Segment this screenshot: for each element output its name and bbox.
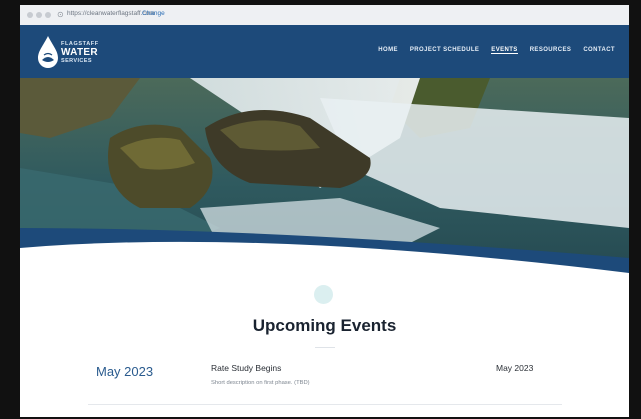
hero-image [20,78,629,288]
nav-project-schedule[interactable]: PROJECT SCHEDULE [410,47,479,54]
event-date: May 2023 [96,364,154,379]
nav-events[interactable]: EVENTS [491,47,518,54]
event-divider [88,404,562,405]
window-close-button[interactable] [27,12,33,18]
logo-text-services: SERVICES [61,58,92,64]
window-maximize-button[interactable] [45,12,51,18]
nav-home[interactable]: HOME [378,47,398,54]
browser-toolbar: ⊙ https://cleanwaterflagstaff.com Change [20,5,629,26]
event-date-secondary: May 2023 [496,363,534,373]
scroll-indicator[interactable] [314,285,333,304]
nav-contact[interactable]: CONTACT [583,47,615,54]
nav-resources[interactable]: RESOURCES [530,47,572,54]
title-divider [315,347,335,348]
water-drop-icon [38,36,58,68]
lock-icon: ⊙ [57,10,64,19]
page-title: Upcoming Events [252,316,397,335]
browser-window: ⊙ https://cleanwaterflagstaff.com Change… [20,5,629,417]
logo-text-water: WATER [61,47,98,58]
window-minimize-button[interactable] [36,12,42,18]
main-nav: HOME PROJECT SCHEDULE EVENTS RESOURCES C… [378,47,615,54]
site-logo[interactable]: FLAGSTAFF WATER SERVICES [34,33,114,71]
event-description: Short description on first phase. (TBD) [211,380,310,386]
change-link[interactable]: Change [142,10,165,17]
event-title[interactable]: Rate Study Begins [211,363,281,373]
site-header: FLAGSTAFF WATER SERVICES HOME PROJECT SC… [20,25,629,78]
